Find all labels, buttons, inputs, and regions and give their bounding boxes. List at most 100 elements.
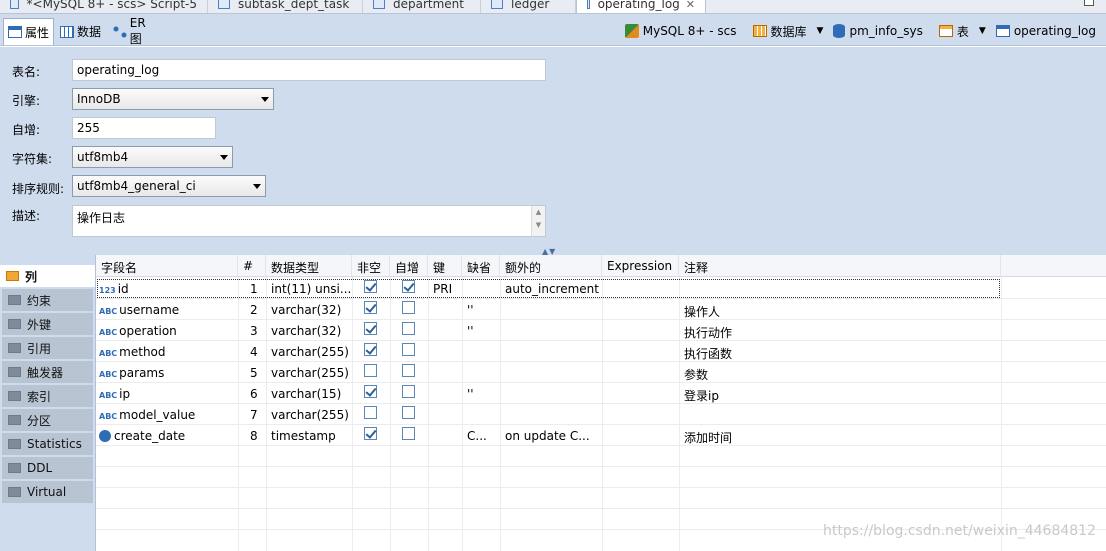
col-header-expression[interactable]: Expression	[602, 255, 679, 277]
not-null-checkbox[interactable]	[364, 427, 377, 440]
charset-select[interactable]: utf8mb4	[72, 146, 233, 168]
close-tab-icon[interactable]: ✕	[686, 0, 695, 11]
auto-increment-checkbox[interactable]	[402, 385, 415, 398]
maximize-icon[interactable]	[1084, 0, 1094, 6]
tab-er-diagram[interactable]: ER 图	[108, 16, 166, 46]
nav-item-constraints[interactable]: 约束	[2, 289, 93, 311]
chevron-down-icon[interactable]: ▼	[979, 26, 986, 36]
row-comment: 执行函数	[684, 347, 733, 361]
dropdown-arrow-icon	[261, 97, 269, 102]
row-datatype[interactable]: int(11) unsi...	[271, 279, 351, 299]
row-datatype[interactable]: varchar(32)	[271, 300, 351, 320]
grid-line	[96, 403, 1106, 404]
dropdown-arrow-icon	[220, 155, 228, 160]
col-header-filler	[1001, 255, 1106, 277]
auto-increment-checkbox[interactable]	[402, 301, 415, 314]
breadcrumb-database[interactable]: pm_info_sys	[833, 24, 923, 38]
editor-tab-strip: *<MySQL 8+ - scs> Script-5 subtask_dept_…	[0, 0, 1106, 14]
nav-item-virtual[interactable]: Virtual	[2, 481, 93, 503]
nav-item-statistics[interactable]: Statistics	[2, 433, 93, 455]
row-datatype[interactable]: timestamp	[271, 426, 351, 446]
string-type-icon: ABC	[99, 370, 118, 379]
tab-properties[interactable]: 属性	[3, 18, 54, 45]
not-null-checkbox[interactable]	[364, 406, 377, 419]
description-textarea[interactable]: 操作日志 ▲ ▼	[72, 205, 546, 237]
grid-line	[96, 424, 1106, 425]
auto-increment-checkbox[interactable]	[402, 322, 415, 335]
table-row[interactable]: ABC username	[99, 300, 237, 320]
auto-increment-checkbox[interactable]	[402, 406, 415, 419]
row-extra: on update C...	[505, 429, 590, 443]
breadcrumb-database-type[interactable]: 数据库 ▼	[752, 23, 830, 40]
tab-data[interactable]: 数据	[55, 18, 107, 45]
textarea-scrollbar[interactable]: ▲ ▼	[531, 206, 545, 236]
timestamp-type-icon	[99, 430, 111, 442]
grid-line	[96, 487, 1106, 488]
table-name-input[interactable]: operating_log	[72, 59, 546, 81]
col-header-datatype[interactable]: 数据类型	[266, 255, 352, 277]
col-header-default[interactable]: 缺省	[462, 255, 500, 277]
auto-increment-checkbox[interactable]	[402, 343, 415, 356]
col-header-name[interactable]: 字段名	[96, 255, 238, 277]
editor-tab-script[interactable]: *<MySQL 8+ - scs> Script-5	[0, 0, 208, 13]
foreign-keys-icon	[8, 319, 21, 329]
editor-tab-ledger[interactable]: ledger	[481, 0, 576, 13]
nav-item-references[interactable]: 引用	[2, 337, 93, 359]
nav-item-foreign-keys[interactable]: 外键	[2, 313, 93, 335]
not-null-checkbox[interactable]	[364, 280, 377, 293]
col-header-auto-increment[interactable]: 自增	[390, 255, 428, 277]
auto-increment-label: 自增:	[12, 123, 41, 137]
editor-tab-operating-log[interactable]: operating_log ✕	[576, 0, 706, 13]
auto-increment-checkbox[interactable]	[402, 427, 415, 440]
not-null-checkbox[interactable]	[364, 385, 377, 398]
row-default: ''	[467, 303, 474, 317]
row-key: PRI	[433, 282, 453, 296]
col-header-key[interactable]: 键	[428, 255, 462, 277]
table-row[interactable]: ABC ip	[99, 384, 237, 404]
table-row[interactable]: create_date	[99, 426, 237, 446]
statistics-icon	[8, 439, 21, 449]
row-number: 5	[250, 366, 258, 380]
col-header-number[interactable]: #	[238, 255, 266, 277]
nav-item-partitions[interactable]: 分区	[2, 409, 93, 431]
table-row[interactable]: ABC operation	[99, 321, 237, 341]
table-row[interactable]: ABC params	[99, 363, 237, 383]
partitions-icon	[8, 415, 21, 425]
references-icon	[8, 343, 21, 353]
table-icon	[218, 0, 230, 9]
editor-tab-department[interactable]: department	[363, 0, 481, 13]
chevron-down-icon[interactable]: ▼	[817, 26, 824, 36]
collation-select[interactable]: utf8mb4_general_ci	[72, 175, 266, 197]
auto-increment-checkbox[interactable]	[402, 364, 415, 377]
row-datatype[interactable]: varchar(15)	[271, 384, 351, 404]
editor-sub-toolbar: 属性 数据 ER 图 MySQL 8+ - scs 数据库 ▼ pm_info_s…	[0, 14, 1106, 46]
breadcrumb-table[interactable]: operating_log	[995, 24, 1096, 38]
row-datatype[interactable]: varchar(32)	[271, 321, 351, 341]
not-null-checkbox[interactable]	[364, 364, 377, 377]
col-header-extra[interactable]: 额外的	[500, 255, 602, 277]
not-null-checkbox[interactable]	[364, 343, 377, 356]
row-datatype[interactable]: varchar(255)	[271, 405, 351, 425]
editor-tab-subtask[interactable]: subtask_dept_task	[208, 0, 363, 13]
auto-increment-checkbox[interactable]	[402, 280, 415, 293]
nav-item-indexes[interactable]: 索引	[2, 385, 93, 407]
row-datatype[interactable]: varchar(255)	[271, 363, 351, 383]
row-number: 2	[250, 303, 258, 317]
table-row[interactable]: 123 id	[99, 279, 237, 299]
row-comment: 登录ip	[684, 389, 719, 403]
col-header-not-null[interactable]: 非空	[352, 255, 390, 277]
table-row[interactable]: ABC method	[99, 342, 237, 362]
row-datatype[interactable]: varchar(255)	[271, 342, 351, 362]
breadcrumb-table-type[interactable]: 表 ▼	[938, 23, 992, 40]
nav-item-triggers[interactable]: 触发器	[2, 361, 93, 383]
engine-select[interactable]: InnoDB	[72, 88, 274, 110]
string-type-icon: ABC	[99, 412, 118, 421]
nav-item-ddl[interactable]: DDL	[2, 457, 93, 479]
table-row[interactable]: ABC model_value	[99, 405, 237, 425]
nav-item-columns[interactable]: 列	[0, 265, 95, 287]
auto-increment-input[interactable]: 255	[72, 117, 216, 139]
not-null-checkbox[interactable]	[364, 322, 377, 335]
not-null-checkbox[interactable]	[364, 301, 377, 314]
col-header-comment[interactable]: 注释	[679, 255, 1001, 277]
breadcrumb-connection[interactable]: MySQL 8+ - scs	[624, 24, 737, 38]
